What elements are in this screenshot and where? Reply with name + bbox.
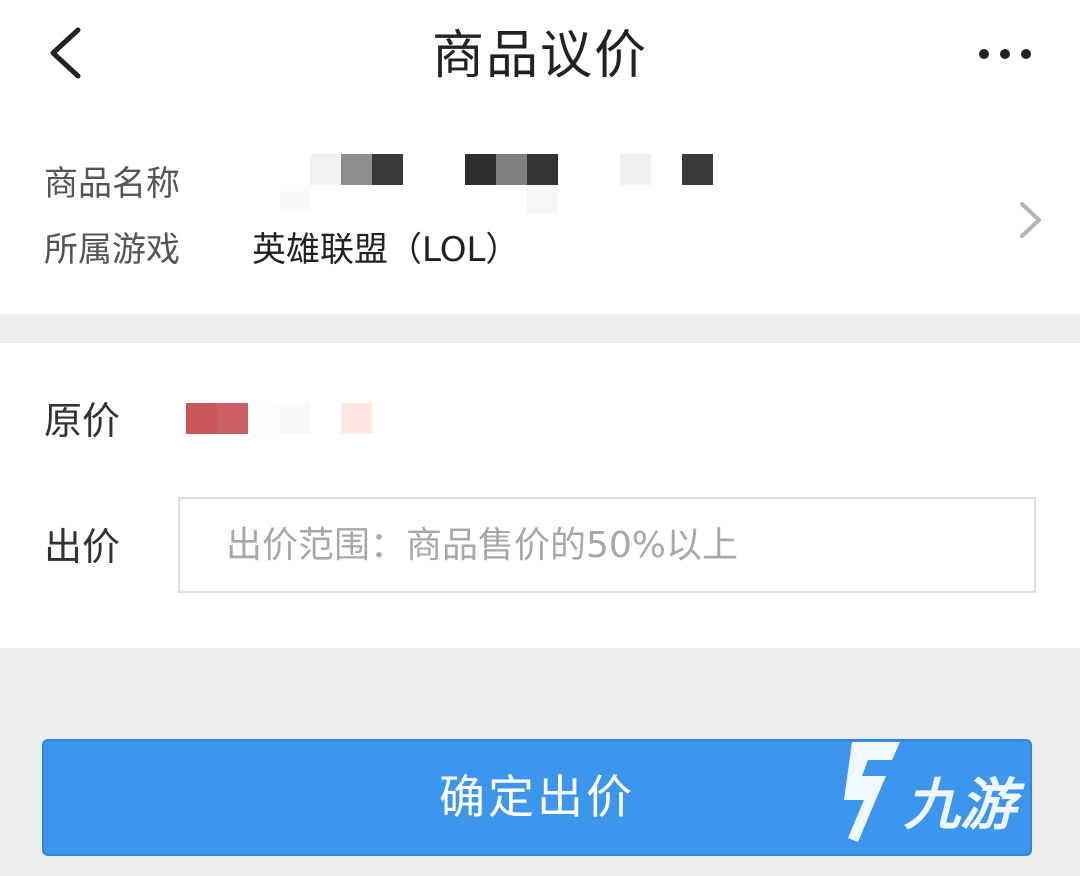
bid-input[interactable] xyxy=(178,497,1036,593)
chevron-right-icon xyxy=(1020,202,1041,238)
confirm-bid-button[interactable]: 确定出价 xyxy=(42,739,1032,856)
nav-bar: 商品议价 xyxy=(0,0,1080,118)
price-card: 原价 出价 xyxy=(0,343,1080,648)
more-button[interactable] xyxy=(970,30,1042,78)
original-price-label: 原价 xyxy=(44,399,121,443)
product-detail-chevron[interactable] xyxy=(1012,196,1048,244)
page-title: 商品议价 xyxy=(431,26,648,86)
game-label: 所属游戏 xyxy=(44,230,180,270)
bid-label: 出价 xyxy=(44,525,121,569)
game-value: 英雄联盟（LOL） xyxy=(252,230,520,270)
product-name-label: 商品名称 xyxy=(44,164,180,204)
more-horizontal-icon xyxy=(979,49,1031,59)
product-info-card[interactable]: 商品名称 所属游戏 英雄联盟（LOL） xyxy=(0,118,1080,314)
